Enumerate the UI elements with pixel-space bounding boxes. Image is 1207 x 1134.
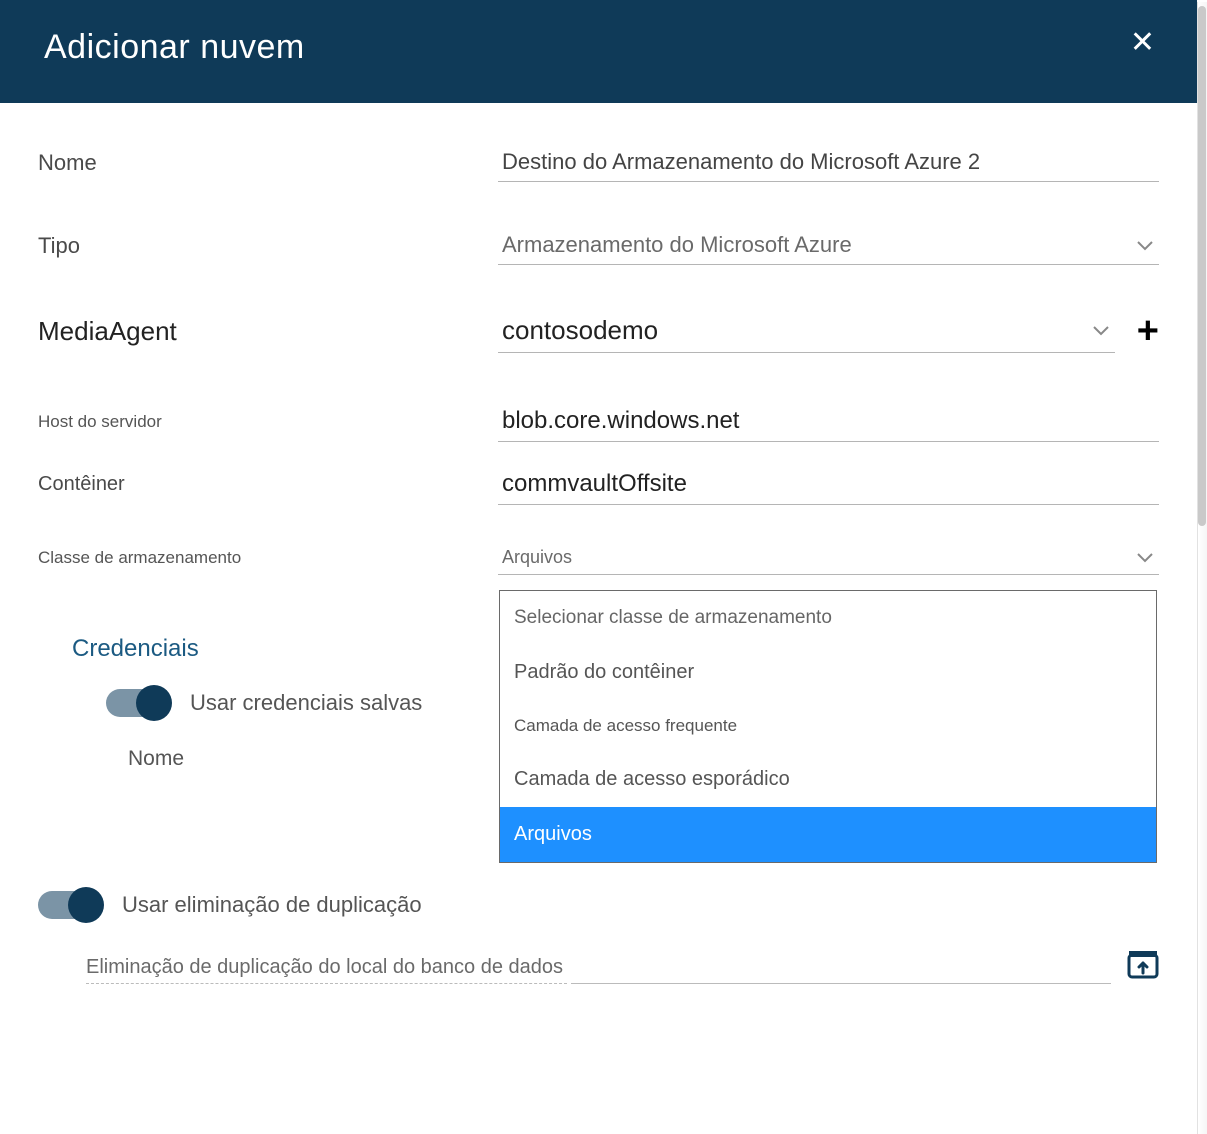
- storage-class-option[interactable]: Camada de acesso esporádico: [500, 752, 1156, 807]
- label-mediaagent: MediaAgent: [38, 316, 498, 347]
- storage-class-option[interactable]: Camada de acesso frequente: [500, 700, 1156, 752]
- mediaagent-select-value[interactable]: [498, 309, 1115, 353]
- toggle-dedup-label: Usar eliminação de duplicação: [122, 892, 422, 918]
- storage-class-option[interactable]: Padrão do contêiner: [500, 645, 1156, 700]
- type-select-value[interactable]: [498, 226, 1159, 265]
- storage-class-option-selected[interactable]: Arquivos: [500, 807, 1156, 862]
- add-mediaagent-button[interactable]: +: [1137, 312, 1159, 350]
- storage-class-value[interactable]: [498, 541, 1159, 575]
- dedup-db-location-label: Eliminação de duplicação do local do ban…: [86, 956, 567, 984]
- label-name: Nome: [38, 150, 498, 176]
- dedup-section: Usar eliminação de duplicação Eliminação…: [38, 891, 1159, 984]
- dropdown-header: Selecionar classe de armazenamento: [500, 591, 1156, 645]
- storage-class-dropdown: Selecionar classe de armazenamento Padrã…: [499, 590, 1157, 863]
- label-container: Contêiner: [38, 473, 498, 496]
- storage-class-select[interactable]: [498, 541, 1159, 575]
- toggle-dedup-row: Usar eliminação de duplicação: [38, 891, 1159, 919]
- toggle-saved-credentials[interactable]: [106, 689, 170, 717]
- row-name: Nome: [38, 143, 1159, 182]
- dedup-db-location-input[interactable]: [571, 983, 1111, 984]
- label-server-host: Host do servidor: [38, 412, 498, 432]
- type-select[interactable]: [498, 226, 1159, 265]
- name-input[interactable]: [498, 143, 1159, 182]
- credentials-name-label: Nome: [128, 747, 184, 771]
- add-cloud-modal: Adicionar nuvem ✕ Nome Tipo MediaAgent: [0, 0, 1197, 1004]
- label-type: Tipo: [38, 233, 498, 259]
- label-storage-class: Classe de armazenamento: [38, 548, 498, 568]
- container-input[interactable]: [498, 464, 1159, 505]
- toggle-dedup[interactable]: [38, 891, 102, 919]
- modal-body: Nome Tipo MediaAgent: [0, 103, 1197, 1004]
- modal-header: Adicionar nuvem ✕: [0, 0, 1197, 103]
- row-storage-class: Classe de armazenamento: [38, 541, 1159, 575]
- row-container: Contêiner: [38, 464, 1159, 505]
- mediaagent-select[interactable]: [498, 309, 1115, 353]
- dedup-db-location-row: Eliminação de duplicação do local do ban…: [86, 949, 1159, 984]
- server-host-input[interactable]: [498, 401, 1159, 442]
- browse-icon[interactable]: [1127, 949, 1159, 984]
- row-mediaagent: MediaAgent +: [38, 309, 1159, 353]
- scrollbar-track[interactable]: [1197, 2, 1207, 1134]
- modal-title: Adicionar nuvem: [44, 28, 1153, 67]
- row-server-host: Host do servidor: [38, 401, 1159, 442]
- row-type: Tipo: [38, 226, 1159, 265]
- toggle-saved-credentials-label: Usar credenciais salvas: [190, 690, 422, 716]
- scrollbar-thumb[interactable]: [1198, 6, 1206, 526]
- close-icon[interactable]: ✕: [1130, 28, 1155, 58]
